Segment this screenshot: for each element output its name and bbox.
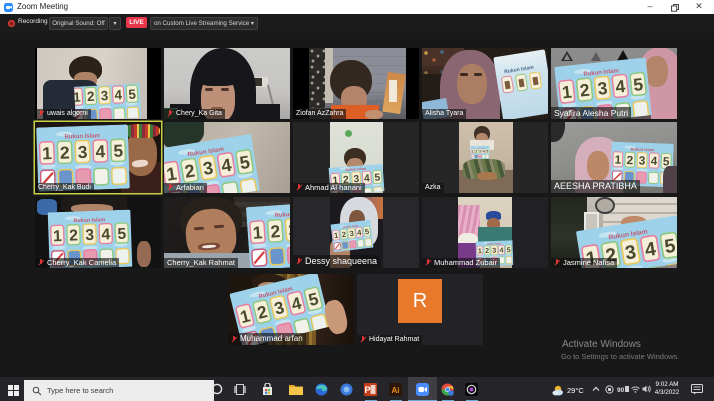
svg-text:P: P [364,385,370,395]
svg-text:Ai: Ai [392,386,400,395]
